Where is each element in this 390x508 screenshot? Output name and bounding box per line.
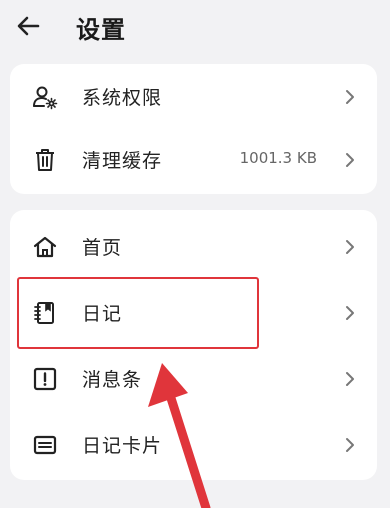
row-label: 系统权限 — [82, 87, 163, 109]
home-icon — [33, 236, 57, 258]
arrow-left-icon[interactable] — [14, 12, 42, 40]
highlight-box — [17, 277, 259, 349]
cache-size-value: 1001.3 KB — [239, 149, 317, 167]
chevron-right-icon — [346, 153, 354, 167]
page-title: 设置 — [76, 16, 126, 44]
chevron-right-icon — [346, 306, 354, 320]
row-label: 清理缓存 — [82, 150, 163, 172]
row-clear-cache[interactable]: 清理缓存 1001.3 KB — [10, 129, 377, 191]
chevron-right-icon — [346, 240, 354, 254]
settings-card-system: 系统权限 清理缓存 1001.3 KB — [10, 64, 377, 194]
chevron-right-icon — [346, 438, 354, 452]
row-system-permissions[interactable]: 系统权限 — [10, 66, 377, 128]
row-label: 消息条 — [82, 369, 143, 391]
chevron-right-icon — [346, 90, 354, 104]
user-settings-icon — [33, 86, 58, 110]
app-header: 设置 — [0, 0, 390, 56]
row-home[interactable]: 首页 — [10, 216, 377, 278]
trash-icon — [36, 149, 54, 171]
annotation-arrow-icon — [148, 363, 211, 508]
card-icon — [33, 435, 57, 455]
alert-box-icon — [33, 367, 57, 391]
chevron-right-icon — [346, 372, 354, 386]
row-label: 首页 — [82, 237, 123, 259]
